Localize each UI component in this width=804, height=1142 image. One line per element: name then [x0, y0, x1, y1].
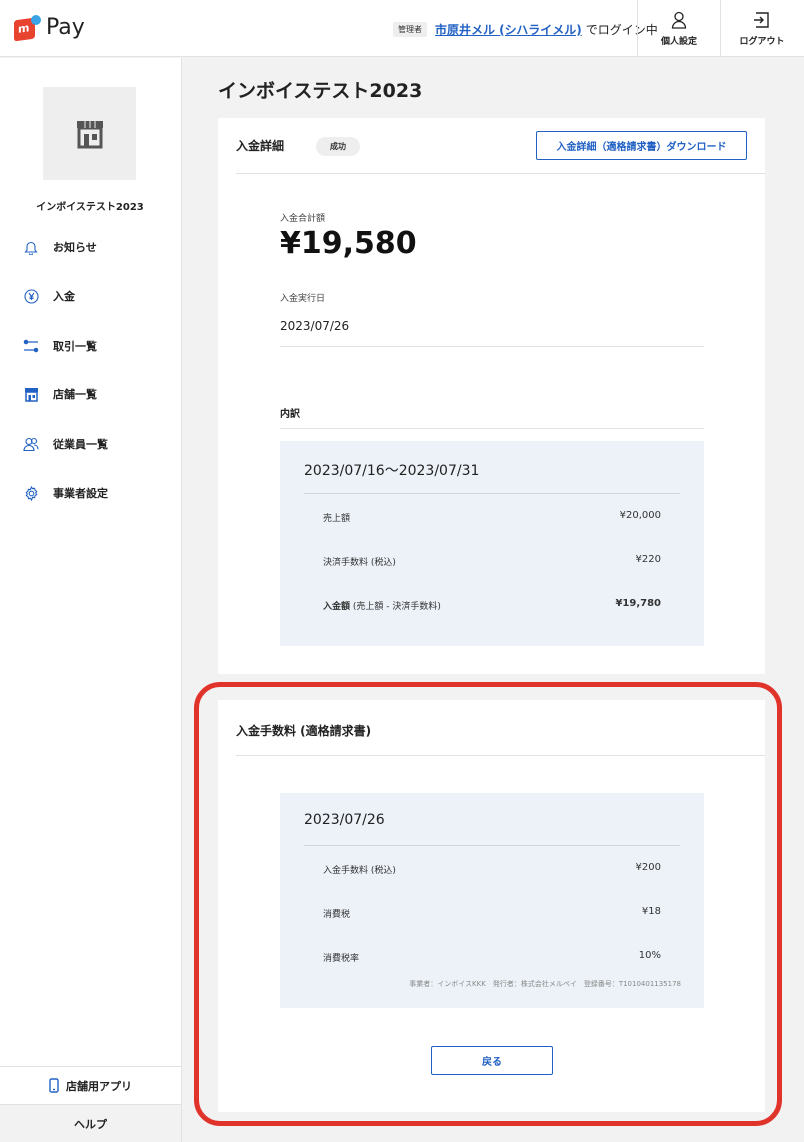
period-range: 2023/07/16〜2023/07/31: [304, 463, 480, 479]
page-title: インボイステスト2023: [218, 80, 423, 102]
personal-settings-button[interactable]: 個人設定: [637, 0, 720, 57]
breakdown-title: 内訳: [280, 409, 300, 420]
row-value-sales: ¥20,000: [619, 510, 661, 521]
store-app-link[interactable]: 店舗用アプリ: [0, 1066, 181, 1104]
nav-item-deposits[interactable]: 入金: [22, 284, 75, 308]
admin-badge: 管理者: [393, 22, 427, 37]
people-icon: [22, 435, 40, 453]
merpay-logo[interactable]: m Pay: [14, 14, 85, 42]
divider: [304, 845, 680, 846]
row-label-tax: 消費税: [323, 910, 351, 920]
logo-text: Pay: [46, 14, 85, 40]
issuer-footnote: 事業者：インボイスKKK 発行者：株式会社メルペイ 登録番号：T10104011…: [409, 980, 681, 988]
download-invoice-button[interactable]: 入金詳細（適格請求書）ダウンロード: [536, 131, 747, 160]
top-header: m Pay 管理者 市原井メル (シハライメル) でログイン中 個人設定 ログア…: [0, 0, 804, 57]
date-value: 2023/07/26: [280, 319, 350, 333]
row-label-tax-rate: 消費税率: [323, 954, 360, 964]
store-icon: [22, 385, 40, 403]
row-value-tax-rate: 10%: [638, 950, 661, 961]
row-label-sales: 売上額: [323, 514, 351, 524]
total-amount: ¥19,580: [280, 226, 417, 261]
card-header: 入金詳細 成功 入金詳細（適格請求書）ダウンロード: [236, 118, 765, 174]
divider: [280, 346, 704, 347]
nav-label: 店舗一覧: [53, 388, 97, 401]
gear-icon: [22, 484, 40, 502]
store-name: インボイステスト2023: [36, 202, 144, 213]
card-title: 入金手数料 (適格請求書): [236, 724, 372, 738]
nav-label: 取引一覧: [53, 340, 97, 353]
logout-label: ログアウト: [739, 36, 785, 47]
help-link[interactable]: ヘルプ: [0, 1104, 181, 1142]
transfer-icon: [22, 337, 40, 355]
yen-circle-icon: [22, 287, 40, 305]
phone-icon: [49, 1078, 59, 1093]
nav-item-employees[interactable]: 従業員一覧: [22, 432, 108, 456]
person-icon: [671, 11, 687, 29]
deposit-detail-card: 入金詳細 成功 入金詳細（適格請求書）ダウンロード 入金合計額 ¥19,580 …: [218, 118, 765, 674]
nav-label: 事業者設定: [53, 487, 108, 500]
fee-panel: 2023/07/26 入金手数料 (税込) ¥200 消費税 ¥18 消費税率 …: [280, 793, 704, 1008]
store-icon: [76, 120, 103, 148]
fee-invoice-card: 入金手数料 (適格請求書) 2023/07/26 入金手数料 (税込) ¥200…: [218, 700, 765, 1112]
row-value-deposit-fee: ¥200: [635, 862, 661, 873]
row-value-fee: ¥220: [635, 554, 661, 565]
row-label-fee: 決済手数料 (税込): [323, 558, 396, 568]
fee-date: 2023/07/26: [304, 812, 385, 828]
row-value-tax: ¥18: [641, 906, 661, 917]
nav-label: お知らせ: [53, 241, 97, 254]
nav-item-notices[interactable]: お知らせ: [22, 235, 97, 259]
divider: [304, 493, 680, 494]
user-name-link[interactable]: 市原井メル (シハライメル): [435, 21, 582, 38]
logout-button[interactable]: ログアウト: [720, 0, 803, 57]
logout-icon: [754, 11, 769, 28]
bell-icon: [22, 238, 40, 256]
store-app-label: 店舗用アプリ: [66, 1079, 132, 1093]
card-title: 入金詳細: [236, 139, 285, 153]
row-label-deposit-fee: 入金手数料 (税込): [323, 866, 396, 876]
divider: [280, 428, 704, 429]
login-info: 管理者 市原井メル (シハライメル) でログイン中: [393, 21, 658, 38]
card-header: 入金手数料 (適格請求書): [236, 700, 765, 756]
logo-mark-icon: m: [14, 14, 41, 42]
store-thumbnail: [43, 87, 136, 180]
row-value-net: ¥19,780: [615, 598, 661, 609]
nav-label: 従業員一覧: [53, 438, 108, 451]
back-button[interactable]: 戻る: [431, 1046, 553, 1075]
total-label: 入金合計額: [280, 214, 326, 224]
help-label: ヘルプ: [74, 1117, 107, 1131]
nav-item-stores[interactable]: 店舗一覧: [22, 382, 97, 406]
nav-label: 入金: [53, 290, 75, 303]
nav-item-transactions[interactable]: 取引一覧: [22, 334, 97, 358]
date-label: 入金実行日: [280, 294, 326, 304]
row-label-net: 入金額 (売上額 - 決済手数料): [323, 602, 441, 612]
sidebar: インボイステスト2023 お知らせ 入金 取引一覧 店舗一覧 従業員一覧 事業者: [0, 58, 182, 1142]
nav-item-business-settings[interactable]: 事業者設定: [22, 481, 108, 505]
breakdown-panel: 2023/07/16〜2023/07/31 売上額 ¥20,000 決済手数料 …: [280, 441, 704, 646]
status-badge: 成功: [316, 137, 360, 156]
personal-settings-label: 個人設定: [660, 36, 697, 47]
